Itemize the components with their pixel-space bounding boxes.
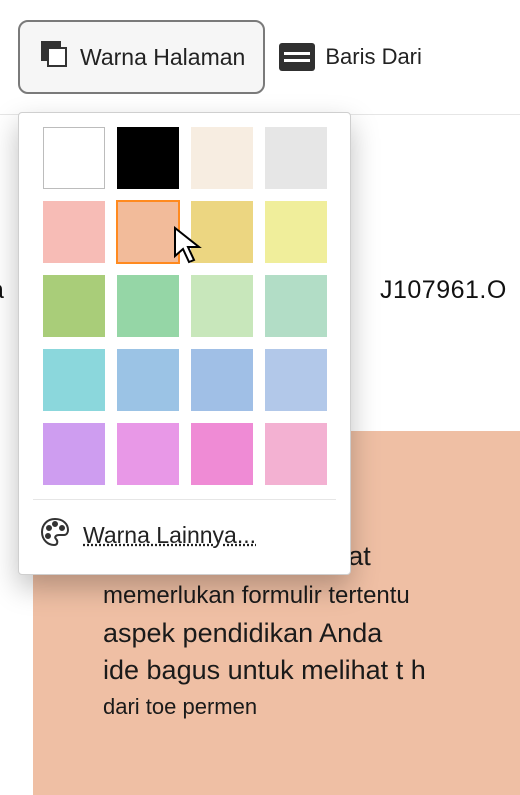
more-colors-item[interactable]: Warna Lainnya... [33,499,336,568]
color-swatch[interactable] [43,275,105,337]
line-from-button[interactable]: Baris Dari [279,43,422,71]
color-swatch[interactable] [43,423,105,485]
doc-text-line: ide bagus untuk melihat t h [103,655,520,686]
color-swatch[interactable] [43,349,105,411]
doc-text-line: memerlukan formulir tertentu [103,582,520,610]
page-color-dropdown: Warna Lainnya... [18,112,351,575]
page-color-button[interactable]: Warna Halaman [18,20,265,94]
color-swatch[interactable] [191,349,253,411]
color-swatch[interactable] [265,201,327,263]
color-swatch[interactable] [117,349,179,411]
color-swatch-grid [33,127,336,485]
color-swatch[interactable] [43,127,105,189]
color-swatch[interactable] [191,201,253,263]
color-swatch[interactable] [265,127,327,189]
color-swatch[interactable] [265,275,327,337]
toolbar: Warna Halaman Baris Dari [0,0,520,115]
line-spacing-icon [279,43,315,71]
color-swatch[interactable] [191,275,253,337]
color-swatch[interactable] [265,423,327,485]
color-swatch[interactable] [191,127,253,189]
doc-text-line: dari toe permen [103,694,520,720]
color-swatch[interactable] [117,423,179,485]
color-swatch[interactable] [117,275,179,337]
doc-text-line: aspek pendidikan Anda [103,618,520,649]
page-stack-icon [38,38,70,76]
color-swatch[interactable] [265,349,327,411]
palette-icon [39,516,71,554]
page-color-label: Warna Halaman [80,44,245,71]
color-swatch[interactable] [191,423,253,485]
more-colors-label: Warna Lainnya... [83,522,256,549]
color-swatch[interactable] [117,201,179,263]
doc-left-fragment: a [0,276,4,305]
line-from-label: Baris Dari [325,44,422,70]
color-swatch[interactable] [117,127,179,189]
doc-filename-fragment: J107961.O [380,276,507,305]
color-swatch[interactable] [43,201,105,263]
